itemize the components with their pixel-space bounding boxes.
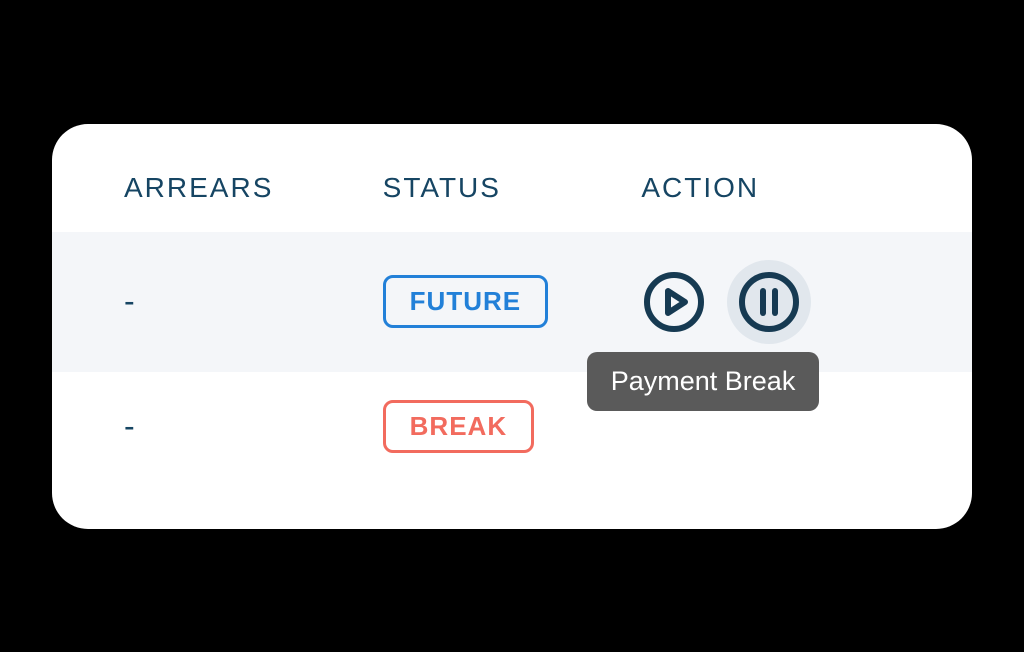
table-header: ARREARS STATUS ACTION <box>52 172 972 232</box>
table-row: - FUTURE Payment Break <box>52 232 972 372</box>
pause-button[interactable] <box>727 260 811 344</box>
pause-button-wrapper: Payment Break <box>727 260 811 344</box>
column-header-arrears: ARREARS <box>124 172 383 204</box>
action-cell: Payment Break <box>641 260 900 344</box>
status-badge-break: BREAK <box>383 400 534 453</box>
column-header-status: STATUS <box>383 172 642 204</box>
play-button[interactable] <box>641 269 707 335</box>
play-icon <box>643 271 705 333</box>
column-header-action: ACTION <box>641 172 900 204</box>
payments-card: ARREARS STATUS ACTION - FUTURE <box>52 124 972 529</box>
tooltip-payment-break: Payment Break <box>587 352 820 411</box>
status-cell: FUTURE <box>383 275 642 328</box>
table-row: - BREAK <box>52 372 972 481</box>
pause-icon <box>738 271 800 333</box>
arrears-value: - <box>124 408 383 445</box>
arrears-value: - <box>124 283 383 320</box>
status-badge-future: FUTURE <box>383 275 548 328</box>
